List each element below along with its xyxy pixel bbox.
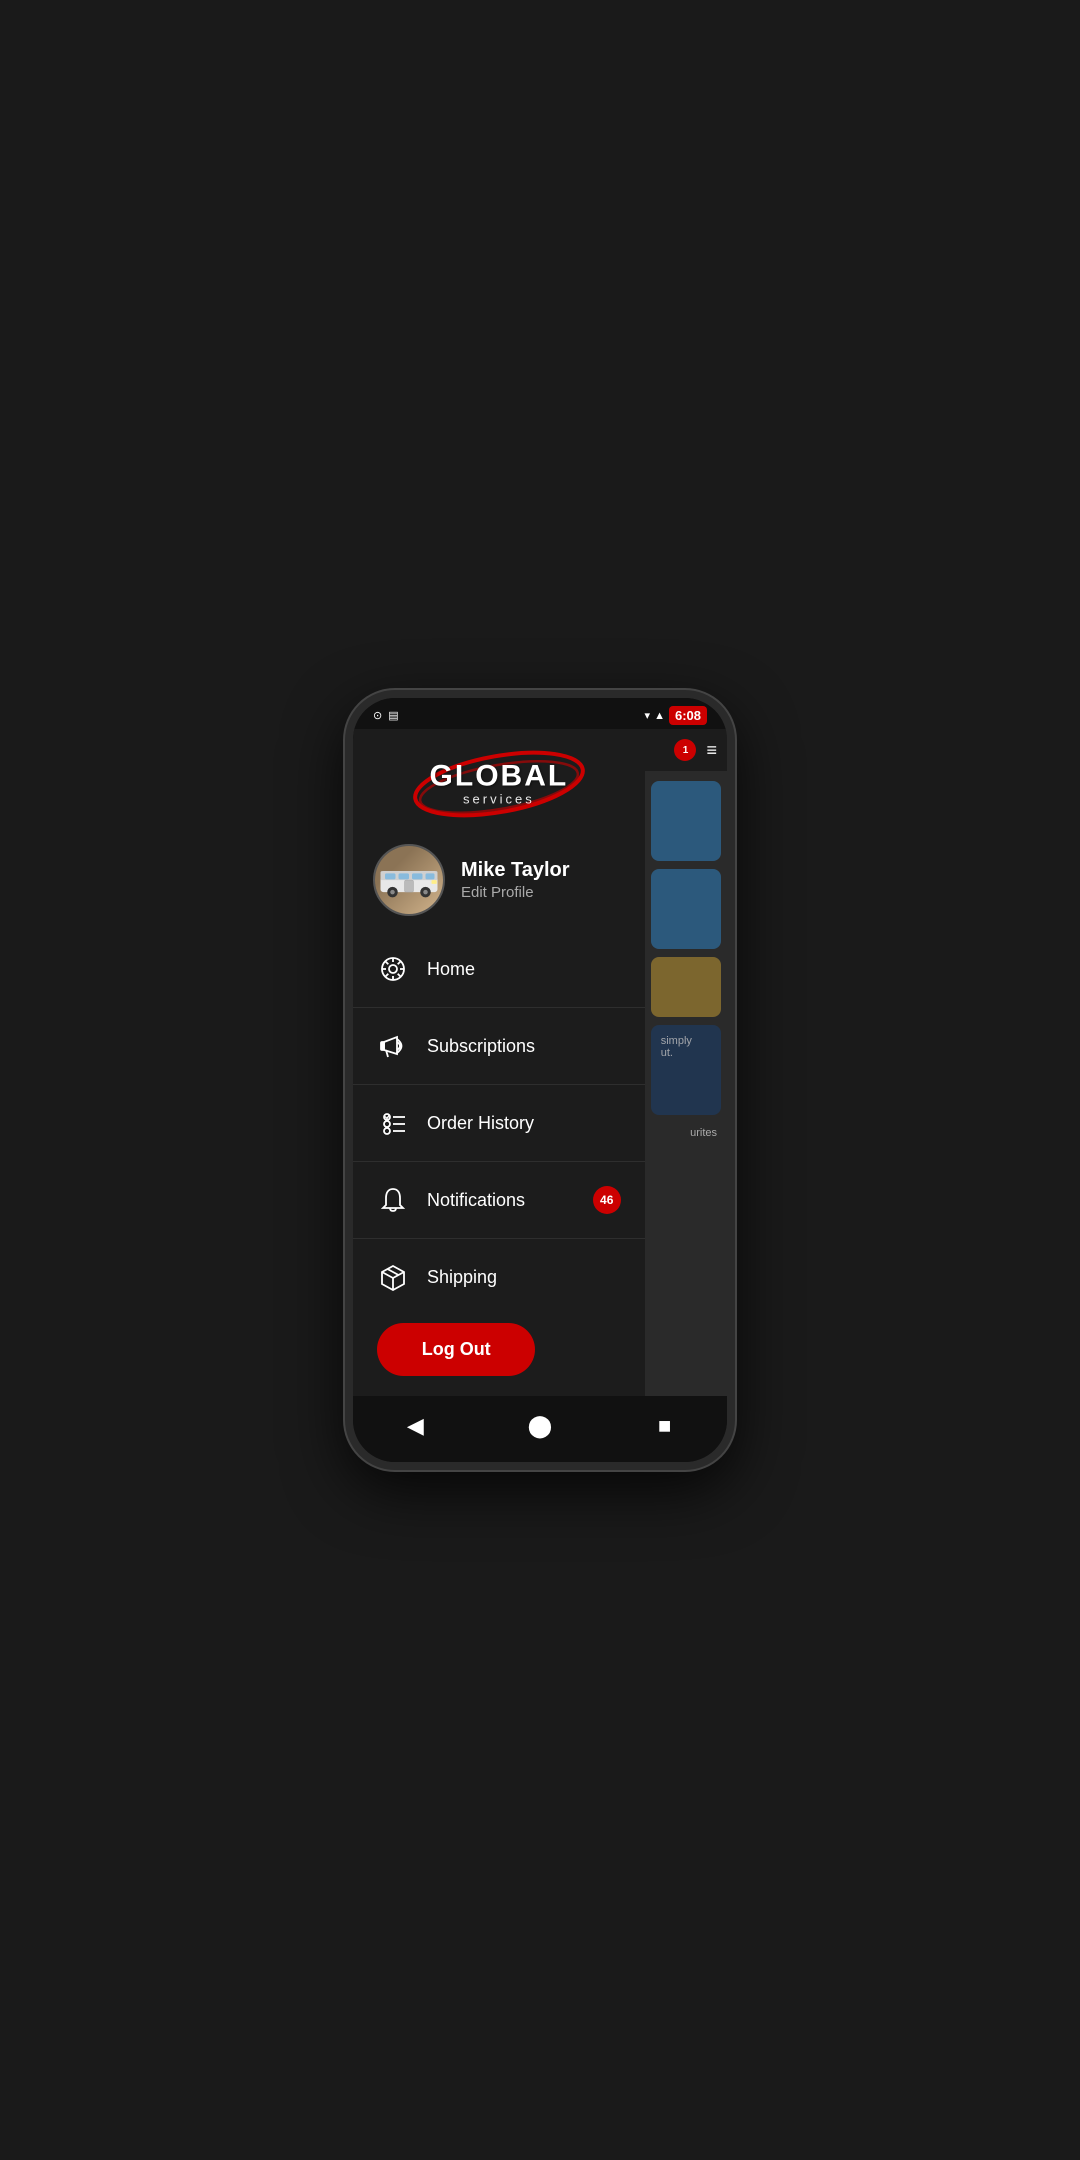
bus-svg [379,863,439,898]
edit-profile-link[interactable]: Edit Profile [461,884,570,901]
logo-brand: GLOBAL [430,762,569,792]
user-info: Mike Taylor Edit Profile [461,859,570,901]
menu-item-order-history[interactable]: Order History [353,1085,645,1162]
menu-label-subscriptions: Subscriptions [427,1036,621,1057]
camera-icon: ⊙ [373,709,382,722]
logo-text: GLOBAL services [430,762,569,807]
notification-badge: 46 [593,1186,621,1214]
logo-area: GLOBAL services [353,729,645,829]
behind-block-gold [651,957,721,1017]
wifi-icon: ▾ [645,709,651,722]
box-icon [377,1261,409,1293]
menu-item-subscriptions[interactable]: Subscriptions [353,1008,645,1085]
status-bar: ⊙ ▤ ▾ ▲ 6:08 [353,698,727,729]
behind-block-1 [651,781,721,861]
back-button[interactable]: ◀ [395,1406,435,1446]
menu-label-notifications: Notifications [427,1190,575,1211]
logout-button[interactable]: Log Out [377,1323,535,1376]
logo-container: GLOBAL services [409,749,589,819]
menu-label-shipping: Shipping [427,1267,621,1288]
bottom-nav: ◀ ⬤ ■ [353,1396,727,1462]
status-right: ▾ ▲ 6:08 [645,706,707,725]
menu-item-home[interactable]: Home [353,931,645,1008]
logo-sub: services [430,792,569,807]
status-time: 6:08 [669,706,707,725]
status-left: ⊙ ▤ [373,709,399,722]
avatar-image [375,846,443,914]
menu-label-home: Home [427,959,621,980]
phone-frame: ⊙ ▤ ▾ ▲ 6:08 GLOBAL services [345,690,735,1470]
nav-menu: Home Subscriptions [353,931,645,1307]
orders-icon [377,1107,409,1139]
hamburger-icon[interactable]: ≡ [706,740,717,761]
top-badge: 1 [674,739,696,761]
signal-icon: ▲ [654,710,665,722]
bell-icon [377,1184,409,1216]
avatar [373,844,445,916]
behind-block-dark: simplyut. [651,1025,721,1115]
recent-button[interactable]: ■ [645,1406,685,1446]
sim-icon: ▤ [388,709,398,722]
user-section[interactable]: Mike Taylor Edit Profile [353,829,645,931]
menu-item-notifications[interactable]: Notifications 46 [353,1162,645,1239]
drawer-menu: GLOBAL services [353,729,645,1396]
menu-label-order-history: Order History [427,1113,621,1134]
menu-item-shipping[interactable]: Shipping [353,1239,645,1307]
app-behind: 1 ≡ simplyut. urites [645,729,727,1396]
screen: GLOBAL services [353,729,727,1396]
user-name: Mike Taylor [461,859,570,882]
behind-top-bar: 1 ≡ [645,729,727,771]
helm-icon [377,953,409,985]
logout-area: Log Out [353,1307,645,1396]
behind-text: urites [651,1123,721,1143]
home-button[interactable]: ⬤ [520,1406,560,1446]
megaphone-icon [377,1030,409,1062]
behind-block-2 [651,869,721,949]
behind-content: simplyut. urites [645,771,727,1396]
